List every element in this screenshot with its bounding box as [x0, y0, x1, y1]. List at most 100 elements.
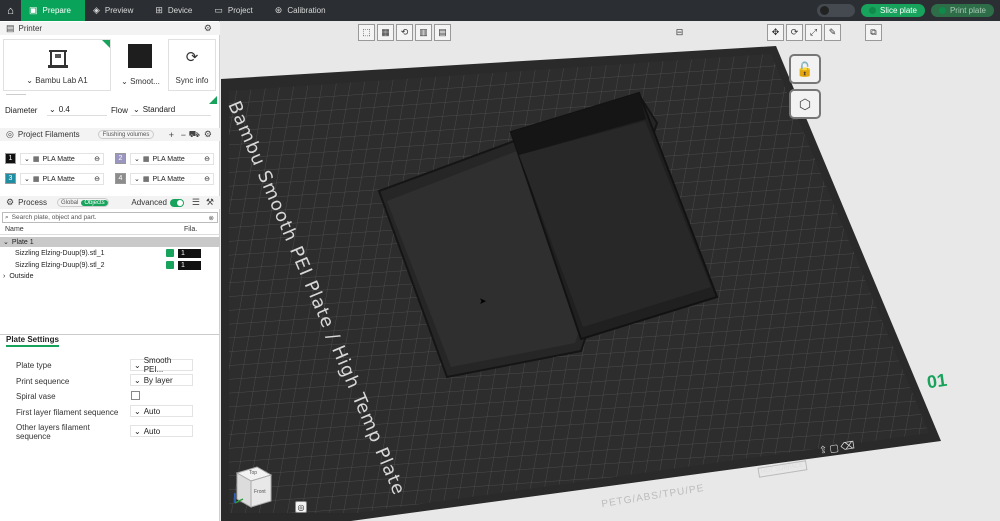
filament-select[interactable]: ⌄ ▦ PLA Matte ⊖: [20, 153, 104, 165]
preview-icon: ◈: [92, 5, 100, 15]
add-plate-icon[interactable]: ▦: [377, 24, 394, 41]
process-section-title: Process: [18, 198, 47, 207]
clear-icon[interactable]: ⊗: [209, 214, 214, 222]
view-cube[interactable]: Top Front: [233, 465, 273, 509]
first-layer-sequence-label: First layer filament sequence: [16, 408, 119, 417]
objects-option[interactable]: Objects: [81, 199, 108, 206]
filament-icon: ◎: [6, 129, 14, 139]
object-row[interactable]: Sizzling Elzing-Duup(9).stl_2 1: [0, 260, 220, 270]
tab-device[interactable]: ⊞ Device: [147, 0, 206, 21]
edit-icon[interactable]: ⊖: [204, 155, 210, 163]
rotate-icon[interactable]: ⟳: [786, 24, 803, 41]
edit-icon[interactable]: ⊖: [94, 175, 100, 183]
add-object-icon[interactable]: ⬚: [358, 24, 375, 41]
advanced-toggle[interactable]: Advanced: [131, 198, 184, 207]
outside-row[interactable]: › Outside: [0, 271, 220, 281]
pick-icon[interactable]: ⇪: [818, 445, 828, 457]
filament-swatch[interactable]: 3: [5, 173, 16, 184]
global-option[interactable]: Global: [58, 200, 81, 206]
gear-icon[interactable]: ⚙: [204, 129, 212, 140]
filament-name: PLA Matte: [42, 175, 75, 183]
object-filament[interactable]: 1: [178, 248, 201, 258]
cut-icon[interactable]: ✎: [824, 24, 841, 41]
plate-type-select[interactable]: ⌄ Smooth PEI...: [130, 356, 193, 374]
tab-calibration[interactable]: ⊛ Calibration: [267, 0, 340, 21]
plate-copy-icon[interactable]: ▢: [829, 443, 840, 455]
object-filament[interactable]: 1: [178, 260, 201, 270]
screenshot-icon[interactable]: ◎: [295, 501, 307, 513]
edit-icon[interactable]: ⊖: [204, 175, 210, 183]
filament-swatch[interactable]: 4: [115, 173, 126, 184]
split-icon[interactable]: ▤: [434, 24, 451, 41]
calibration-icon: ⊛: [274, 5, 283, 15]
print-plate-button[interactable]: Print plate: [930, 4, 994, 17]
layers-icon[interactable]: ⊟: [671, 24, 688, 41]
plate-settings-icon[interactable]: ⬡: [789, 89, 821, 119]
plate-card[interactable]: ⌄ Smoot...: [115, 39, 166, 91]
dropdown-icon: ⌄: [121, 77, 131, 86]
visible-checkbox[interactable]: [166, 261, 174, 269]
printer-icon: ▤: [6, 23, 15, 33]
gear-icon[interactable]: ⚙: [204, 23, 212, 34]
tab-project[interactable]: ▭ Project: [206, 0, 266, 21]
sync-info-button[interactable]: ⟳ Sync info: [168, 39, 216, 91]
3d-viewport[interactable]: Bambu Smooth PEI Plate / High Temp Plate…: [221, 21, 1000, 521]
cube-front-label: Front: [254, 489, 266, 495]
tab-prepare[interactable]: ▣ Prepare: [21, 0, 85, 21]
spool-icon: ▦: [32, 156, 40, 163]
global-objects-toggle[interactable]: Global Objects: [56, 198, 109, 207]
list-icon[interactable]: ☰: [192, 197, 200, 208]
other-layers-sequence-select[interactable]: ⌄ Auto: [130, 425, 193, 437]
visible-checkbox[interactable]: [166, 249, 174, 257]
move-icon[interactable]: ✥: [767, 24, 784, 41]
object-row[interactable]: Sizzling Elzing-Duup(9).stl_1 1: [0, 248, 220, 258]
filament-index: 1: [8, 155, 13, 162]
dropdown-icon: ⌄: [24, 176, 30, 183]
filament-swatch[interactable]: 1: [5, 153, 16, 164]
plate-delete-icon[interactable]: ⌫: [840, 440, 856, 453]
filament-row: 3 ⌄ ▦ PLA Matte ⊖ 4 ⌄ ▦ PLA Matte ⊖: [0, 171, 220, 190]
scale-icon[interactable]: ⤢: [805, 24, 822, 41]
toolbar-group-3: ✥ ⟳ ⤢ ✎: [767, 24, 841, 41]
dropdown-icon: ⌄: [26, 76, 36, 85]
sync-filament-icon[interactable]: ⛟: [189, 129, 200, 141]
printer-icon: [48, 50, 68, 68]
add-icon[interactable]: +: [169, 130, 174, 140]
object-name: Sizzling Elzing-Duup(9).stl_2: [15, 261, 105, 269]
first-layer-sequence-select[interactable]: ⌄ Auto: [130, 405, 193, 417]
dropdown-icon: ⌄: [134, 406, 141, 416]
chevron-down-icon[interactable]: ⌄: [3, 238, 9, 246]
plate-settings-tab[interactable]: Plate Settings: [6, 335, 59, 347]
diameter-select[interactable]: ⌄ 0.4: [47, 105, 107, 116]
plate-thumbnail: [128, 44, 152, 68]
filament-select[interactable]: ⌄ ▦ PLA Matte ⊖: [130, 173, 214, 185]
other-layers-sequence-label: Other layers filament sequence: [16, 423, 90, 441]
settings-icon[interactable]: ⚒: [206, 197, 214, 208]
filament-swatch[interactable]: 2: [115, 153, 126, 164]
mode-toggle[interactable]: [817, 4, 856, 17]
remove-icon[interactable]: −: [181, 130, 186, 140]
plate-row[interactable]: ⌄ Plate 1: [0, 237, 220, 247]
auto-orient-icon[interactable]: ⟲: [396, 24, 413, 41]
print-sequence-select[interactable]: ⌄ By layer: [130, 374, 193, 386]
dropdown-icon: ⌄: [24, 156, 30, 163]
arrange-icon[interactable]: ▥: [415, 24, 432, 41]
edit-icon[interactable]: ⊖: [94, 155, 100, 163]
chevron-right-icon[interactable]: ›: [3, 273, 5, 280]
filament-select[interactable]: ⌄ ▦ PLA Matte ⊖: [20, 173, 104, 185]
spiral-vase-checkbox[interactable]: [131, 391, 140, 400]
flow-select[interactable]: ⌄ Standard: [131, 105, 211, 116]
filament-name: PLA Matte: [42, 155, 75, 163]
slice-plate-button[interactable]: Slice plate: [861, 4, 925, 17]
filament-select[interactable]: ⌄ ▦ PLA Matte ⊖: [130, 153, 214, 165]
dropdown-icon: [869, 7, 877, 14]
flushing-volumes-button[interactable]: Flushing volumes: [97, 130, 155, 139]
home-icon[interactable]: ⌂: [0, 0, 21, 21]
printer-card[interactable]: ⌄ Bambu Lab A1: [3, 39, 111, 91]
advanced-switch[interactable]: [170, 198, 184, 207]
search-input[interactable]: ⌕ Search plate, object and part. ⊗: [2, 212, 218, 223]
tab-preview[interactable]: ◈ Preview: [85, 0, 147, 21]
spool-icon: ▦: [32, 176, 40, 183]
assembly-icon[interactable]: ⧉: [865, 24, 882, 41]
lock-icon[interactable]: 🔓: [789, 54, 821, 84]
